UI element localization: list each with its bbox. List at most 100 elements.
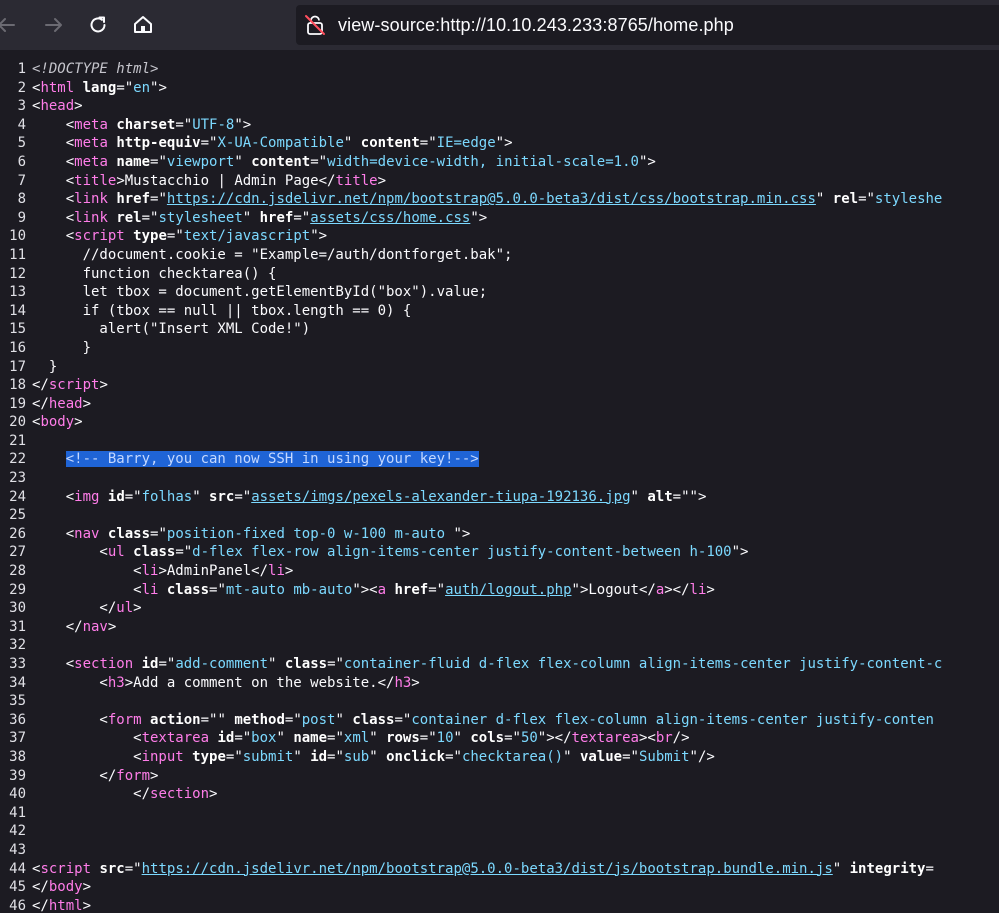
line-number: 14 xyxy=(9,302,26,319)
attribute-value: add-comment xyxy=(175,656,269,672)
attribute-value: UTF-8 xyxy=(192,116,235,133)
code-text: =" xyxy=(293,209,311,226)
code-text: "> xyxy=(470,209,488,226)
tag-name: section xyxy=(150,786,210,803)
code-text: " xyxy=(369,748,387,765)
line-number: 22 xyxy=(9,451,26,468)
source-line: 18 </script> xyxy=(0,376,999,395)
attribute-name: class xyxy=(107,525,151,542)
source-line: 40 </section> xyxy=(0,785,999,804)
line-code: <textarea id="box" name="xml" rows="10" … xyxy=(26,729,690,748)
line-number: 1 xyxy=(17,61,26,77)
code-text: > xyxy=(74,98,83,115)
code-text: =" xyxy=(327,748,344,765)
tag-name: html xyxy=(40,79,75,96)
code-text: =" xyxy=(327,730,344,747)
source-line: 17 } xyxy=(0,358,999,377)
source-line: 27 <ul class="d-flex flex-row align-item… xyxy=(0,543,999,562)
code-text: </ xyxy=(32,786,151,803)
line-number: 45 xyxy=(9,879,26,896)
code-text: " xyxy=(276,730,294,747)
attribute-value: Submit xyxy=(638,748,690,765)
source-line: 5 <meta http-equiv="X-UA-Compatible" con… xyxy=(0,134,999,153)
line-code: </section> xyxy=(26,785,217,804)
source-line: 34 <h3>Add a comment on the website.</h3… xyxy=(0,674,999,693)
source-link[interactable]: assets/css/home.css xyxy=(310,210,470,226)
code-text: > xyxy=(150,767,159,784)
source-link[interactable]: https://cdn.jsdelivr.net/npm/bootstrap@5… xyxy=(167,191,816,207)
source-link[interactable]: auth/logout.php xyxy=(445,582,571,598)
code-text: "> xyxy=(731,544,749,561)
tag-name: meta xyxy=(74,135,108,152)
attribute-name: lang xyxy=(82,79,117,96)
line-code: <meta http-equiv="X-UA-Compatible" conte… xyxy=(26,134,513,153)
line-code: <img id="folhas" src="assets/imgs/pexels… xyxy=(26,488,707,507)
code-text: " xyxy=(369,730,387,747)
attribute-value: folhas xyxy=(141,488,193,505)
tag-name: input xyxy=(141,748,184,765)
attribute-name: id xyxy=(310,748,328,765)
address-bar[interactable]: view-source:http://10.10.243.233:8765/ho… xyxy=(296,5,999,45)
source-line: 11 //document.cookie = "Example=/auth/do… xyxy=(0,246,999,265)
code-text: =" xyxy=(445,748,462,765)
line-number: 13 xyxy=(9,284,26,301)
attribute-name: rel xyxy=(116,209,142,226)
tag-name: br xyxy=(655,730,673,747)
tag-name: script xyxy=(48,377,100,394)
source-link[interactable]: assets/imgs/pexels-alexander-tiupa-19213… xyxy=(251,489,630,505)
line-number: 21 xyxy=(9,432,26,449)
source-line: 10 <script type="text/javascript"> xyxy=(0,227,999,246)
code-text: =" xyxy=(858,191,875,208)
line-number: 39 xyxy=(9,767,26,784)
reload-icon[interactable] xyxy=(86,13,110,37)
home-icon[interactable] xyxy=(131,13,155,37)
source-link[interactable]: https://cdn.jsdelivr.net/npm/bootstrap@5… xyxy=(142,861,833,877)
arrow-right-icon[interactable] xyxy=(42,13,66,37)
attribute-name: integrity xyxy=(849,860,926,877)
insecure-lock-icon[interactable] xyxy=(304,14,326,36)
line-code: <input type="submit" id="sub" onclick="c… xyxy=(26,748,715,767)
line-code: <li>AdminPanel</li> xyxy=(26,562,293,581)
attribute-name: cols xyxy=(470,730,505,747)
tag-name: form xyxy=(116,767,151,784)
source-line: 4 <meta charset="UTF-8"> xyxy=(0,116,999,135)
arrow-left-icon[interactable] xyxy=(0,13,18,37)
source-line: 37 <textarea id="box" name="xml" rows="1… xyxy=(0,729,999,748)
source-line: 29 <li class="mt-auto mb-auto"><a href="… xyxy=(0,581,999,600)
code-text: " xyxy=(815,191,833,208)
line-code: <h3>Add a comment on the website.</h3> xyxy=(26,674,419,693)
code-text: function checktarea() { xyxy=(32,265,277,282)
attribute-name: rows xyxy=(386,730,420,747)
source-line: 30 </ul> xyxy=(0,599,999,618)
code-text: /> xyxy=(672,730,690,747)
attribute-value: submit xyxy=(242,748,294,765)
url-text[interactable]: view-source:http://10.10.243.233:8765/ho… xyxy=(338,15,734,36)
line-code: <!DOCTYPE html> xyxy=(26,60,158,79)
code-text: =" xyxy=(428,581,446,598)
tag-name: textarea xyxy=(141,730,210,747)
attribute-value: checktarea() xyxy=(461,748,564,765)
code-text: =" xyxy=(234,730,252,747)
line-code: </nav> xyxy=(26,618,117,637)
code-text: =" xyxy=(175,116,193,133)
code-text: > xyxy=(133,600,142,617)
attribute-value: box xyxy=(251,730,277,747)
code-text: </ xyxy=(32,897,49,913)
browser-toolbar: view-source:http://10.10.243.233:8765/ho… xyxy=(0,0,999,50)
line-number: 42 xyxy=(9,823,26,840)
code-text: > xyxy=(82,897,92,913)
attribute-name: class xyxy=(284,656,328,672)
tag-name: li xyxy=(689,581,707,598)
code-text: " xyxy=(268,656,285,672)
line-code: </form> xyxy=(26,767,158,786)
code-text: "> xyxy=(150,79,167,96)
line-code: } xyxy=(26,358,57,377)
attribute-name: http-equiv xyxy=(116,135,201,152)
code-text: < xyxy=(32,209,75,226)
code-text: < xyxy=(32,656,75,672)
tag-name: link xyxy=(74,209,108,226)
